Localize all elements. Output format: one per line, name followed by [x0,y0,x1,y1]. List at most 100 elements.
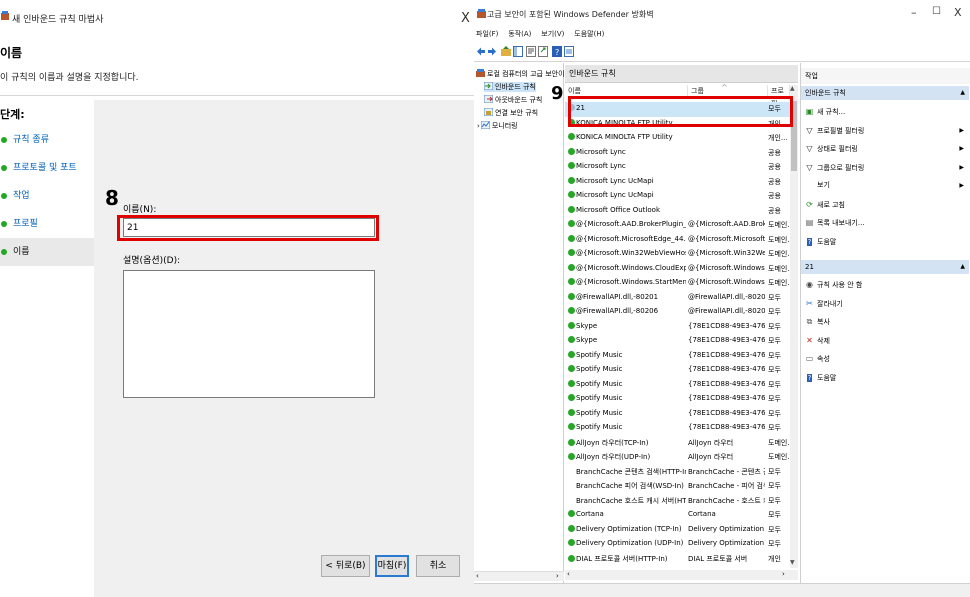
table-row[interactable]: @{Microsoft.Windows.CloudExperience...@{… [565,262,790,277]
console-view-icon[interactable] [564,46,574,57]
scroll-right-icon[interactable]: › [556,572,559,580]
wizard-close-button[interactable]: X [461,11,470,26]
back-button[interactable]: < 뒤로(B) [321,555,370,577]
step-protocol-ports[interactable]: 프로토콜 및 포트 [0,154,94,182]
action-item[interactable]: ? 도움말 [805,234,967,249]
table-row[interactable]: Skype {78E1CD88-49E3-476E-B9...모두 [565,320,790,335]
scroll-left-icon[interactable]: ‹ [476,572,479,580]
scroll-right-icon[interactable]: › [782,570,785,578]
table-row[interactable]: AllJoyn 라우터(UDP-In) AllJoyn 라우터 도메인... [565,450,790,465]
table-row[interactable]: Spotify Music {78E1CD88-49E3-476E-B9...모두 [565,392,790,407]
step-profile[interactable]: 프로필 [0,210,94,238]
table-row[interactable]: BranchCache 호스트 캐시 서버(HTTP-In)BranchCach… [565,494,790,509]
table-row[interactable]: @{Microsoft.Windows.StartMenuExperie...@… [565,276,790,291]
step-rule-type[interactable]: 규칙 종류 [0,126,94,154]
tree-horizontal-scrollbar[interactable]: ‹ › [474,571,564,581]
table-row[interactable]: Skype {78E1CD88-49E3-476E-B9...모두 [565,334,790,349]
rules-vertical-scrollbar[interactable]: ▲ ▼ [790,85,798,568]
properties-icon[interactable] [526,46,536,57]
export-list-icon[interactable] [538,46,548,57]
rule-name-cell: Microsoft Lync UcMapi [568,176,686,185]
action-item[interactable]: ? 도움말 [805,370,967,385]
maximize-button[interactable]: ☐ [932,6,941,17]
rule-enabled-icon [568,263,575,271]
menu-file[interactable]: 파일(F) [476,29,498,39]
scroll-up-icon[interactable]: ▲ [790,85,795,92]
action-item[interactable]: ✂ 잘라내기 [805,296,967,311]
table-row[interactable]: Microsoft Lync 공용 [565,160,790,175]
actions-section-selected-rule[interactable]: 21 ▲ [801,260,969,274]
table-row[interactable]: Spotify Music {78E1CD88-49E3-476E-B9...모두 [565,349,790,364]
rule-enabled-icon [568,510,575,517]
table-row[interactable]: Microsoft Office Outlook 공용 [565,204,790,219]
rule-profile-cell: 공용 [768,192,781,200]
table-row[interactable]: @{Microsoft.AAD.BrokerPlugin_1000.19...@… [565,218,790,233]
action-item[interactable]: ▽ 상태로 필터링 ▶ [805,141,967,156]
table-row[interactable]: Delivery Optimization (UDP-In) Delivery O… [565,537,790,552]
up-folder-icon[interactable] [501,46,511,57]
back-arrow-icon[interactable] [476,46,486,57]
table-row[interactable]: Cortana Cortana 모두 [565,508,790,523]
scroll-left-icon[interactable]: ‹ [567,570,570,578]
forward-arrow-icon[interactable] [487,46,497,57]
tree-item-connection-security-rules[interactable]: 연결 보안 규칙 [484,108,538,118]
step-label: 규칙 종류 [13,135,49,145]
rule-name-cell: Microsoft Office Outlook [568,205,686,214]
close-button[interactable]: X [954,6,962,19]
table-row[interactable]: @{Microsoft.MicrosoftEdge_44.19041.1...@… [565,233,790,248]
step-name[interactable]: 이름 [0,238,94,266]
table-row[interactable]: Microsoft Lync UcMapi 공용 [565,189,790,204]
action-item[interactable]: ✕ 삭제 [805,333,967,348]
action-item[interactable]: ⟳ 새로 고침 [805,197,967,212]
action-item[interactable]: 보기 ▶ [805,178,967,193]
table-row[interactable]: AllJoyn 라우터(TCP-In) AllJoyn 라우터 도메인... [565,436,790,451]
action-item[interactable]: ▤ 목록 내보내기... [805,215,967,230]
refresh-icon: ⟳ [806,199,813,209]
table-row[interactable]: DIAL 프로토콜 서버(HTTP-In) DIAL 프로토콜 서버 개인 [565,552,790,567]
table-row[interactable]: @FirewallAPI.dll,-80206 @FirewallAPI.dll,… [565,305,790,320]
table-row[interactable]: Spotify Music {78E1CD88-49E3-476E-B9...모두 [565,407,790,422]
action-item[interactable]: ▣ 새 규칙... [805,104,967,119]
menu-help[interactable]: 도움말(H) [574,29,604,39]
cancel-button[interactable]: 취소 [416,555,460,577]
action-item[interactable]: ⧉ 복사 [805,314,967,329]
table-row[interactable]: KONICA MINOLTA FTP Utility 개인... [565,131,790,146]
rule-name: @{Microsoft.MicrosoftEdge_44.19041.1... [576,234,686,243]
step-action[interactable]: 작업 [0,182,94,210]
action-item[interactable]: ▭ 속성 [805,351,967,366]
expand-chevron-icon[interactable]: › [477,122,480,130]
table-row[interactable]: Microsoft Lync UcMapi 공용 [565,175,790,190]
show-tree-icon[interactable] [513,46,523,57]
rule-name: Skype [576,321,598,330]
actions-section-inbound-rules[interactable]: 인바운드 규칙 ▲ [801,86,969,100]
rule-name-cell: @{Microsoft.MicrosoftEdge_44.19041.1... [568,234,686,243]
table-row[interactable]: BranchCache 피어 검색(WSD-In) BranchCache - 피… [565,479,790,494]
table-row[interactable]: @{Microsoft.Win32WebViewHost_10.0....@{M… [565,247,790,262]
menu-action[interactable]: 동작(A) [508,29,531,39]
action-label: 보기 [817,181,830,189]
tree-item-outbound-rules[interactable]: 아웃바운드 규칙 [484,95,542,105]
table-row[interactable]: Spotify Music {78E1CD88-49E3-476E-B9...모두 [565,363,790,378]
menu-view[interactable]: 보기(V) [541,29,564,39]
action-item[interactable]: ◉ 규칙 사용 안 함 [805,277,967,292]
action-item[interactable]: ▽ 그룹으로 필터링 ▶ [805,160,967,175]
rules-horizontal-scrollbar[interactable]: ‹ › [565,570,798,580]
table-row[interactable]: Spotify Music {78E1CD88-49E3-476E-B9...모두 [565,378,790,393]
table-row[interactable]: BranchCache 콘텐츠 검색(HTTP-In) BranchCache -… [565,465,790,480]
minimize-button[interactable]: – [911,6,917,19]
tree-item-inbound-rules[interactable]: 인바운드 규칙 [484,82,536,92]
step-dot-icon [1,165,7,171]
table-row[interactable]: Spotify Music {78E1CD88-49E3-476E-B9...모두 [565,421,790,436]
collapse-caret-icon[interactable]: ▲ [960,260,965,274]
description-input[interactable] [123,270,375,398]
finish-button[interactable]: 마침(F) [375,555,409,577]
table-row[interactable]: @FirewallAPI.dll,-80201 @FirewallAPI.dll,… [565,291,790,306]
tree-item-monitoring[interactable]: › 모니터링 [477,121,518,131]
help-icon[interactable]: ? [552,46,562,57]
collapse-caret-icon[interactable]: ▲ [960,86,965,100]
action-item[interactable]: ▽ 프로필별 필터링 ▶ [805,123,967,138]
table-row[interactable]: Microsoft Lync 공용 [565,146,790,161]
rule-profile-cell: 모두 [768,293,781,302]
table-row[interactable]: Delivery Optimization (TCP-In) Delivery O… [565,523,790,538]
scroll-down-icon[interactable]: ▼ [790,559,795,566]
